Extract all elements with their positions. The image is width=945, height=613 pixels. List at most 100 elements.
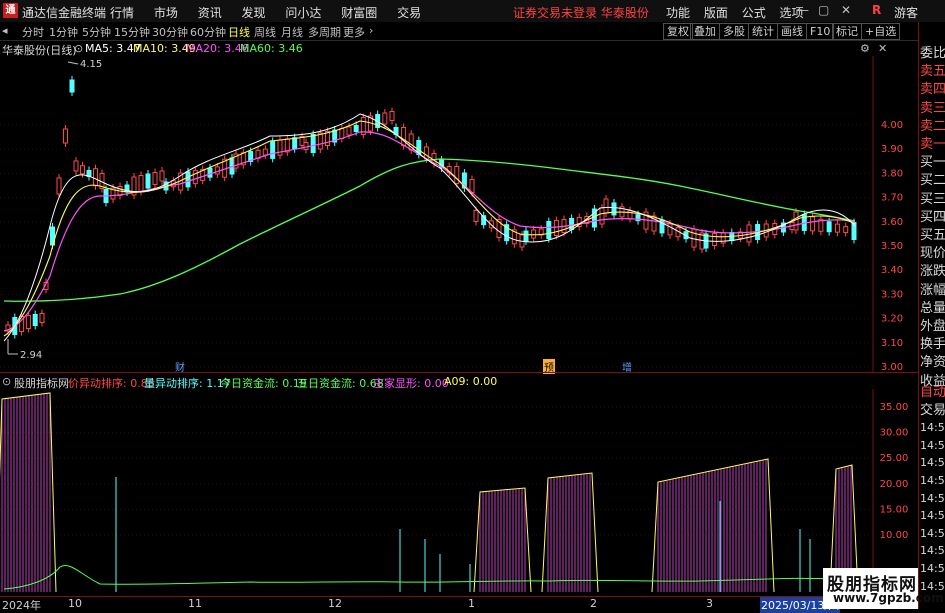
quote-field-label: 涨幅 [920,282,945,298]
watermark-url: www.7gpzb.com [833,591,944,605]
candle [159,170,165,182]
candle [553,220,559,236]
tab-weekly[interactable]: 周线 [254,24,276,40]
guest-label[interactable]: 游客 [894,4,918,21]
indicator-axis-label: 10.00 [880,530,909,541]
tab-monthly[interactable]: 月线 [281,24,303,40]
ma60-label: MA60: 3.46 [240,42,303,55]
quote-field-label: 委比 [920,46,945,61]
menu-quotes[interactable]: 行情 [110,4,134,21]
indicator-value-6: A09: 0.00 [444,375,498,388]
quote-field-label: 卖二 [920,118,945,134]
tab-list-icon[interactable]: ◂ [2,24,8,37]
f10-button[interactable]: F10 [806,23,835,40]
ma10-line [3,120,856,337]
tick-time-label: 14:56 [920,562,945,575]
tab-30min[interactable]: 30分钟 [152,24,188,40]
candle [303,142,309,150]
menu-function[interactable]: 功能 [666,4,690,21]
price-axis-label: 3.90 [881,144,903,155]
candle [843,226,849,234]
price-axis-label: 4.00 [881,120,903,131]
period-tab-bar: ◂ 分时 1分钟 5分钟 15分钟 30分钟 60分钟 日线 周线 月线 多周期… [0,22,918,41]
time-label-mar: 3 [706,597,713,610]
quote-field-label: 卖四 [920,82,945,98]
trade-mode-label[interactable]: 自动 [920,385,945,401]
price-axis-label: 3.60 [881,217,903,228]
indicator-axis-label: 30.00 [880,428,909,439]
login-warning[interactable]: 证券交易未登录 华泰股份 [513,4,649,21]
tab-5min[interactable]: 5分钟 [82,24,111,40]
quote-field-label: 净资 [920,355,945,371]
close-panel-icon[interactable]: ✕ [878,42,887,55]
candle [353,125,359,132]
tab-15min[interactable]: 15分钟 [114,24,150,40]
menu-market[interactable]: 市场 [154,4,178,21]
price-axis-label: 3.10 [881,338,903,349]
menu-wealth[interactable]: 财富圈 [341,4,377,21]
draw-line-button[interactable]: 画线 [777,23,807,40]
time-axis: 2024年 10 11 12 1 2 3 2025/03/13/四 [0,596,918,613]
chevron-right-icon[interactable]: › [369,24,373,37]
tick-time-label: 14:56 [920,509,945,523]
tick-time-label: 14:56 [920,526,945,540]
menu-formula[interactable]: 公式 [742,4,766,21]
tick-time-label: 14:56 [920,474,945,487]
candle [317,132,323,150]
indicator-axis-label: 35.00 [880,402,909,413]
indicator-toggle-icon[interactable]: ⊙ [2,375,11,388]
candle [346,126,352,136]
top-right-menu: 功能 版面 公式 选项 [666,4,814,21]
candle [69,79,75,93]
mark-button[interactable]: 标记 [832,23,862,40]
menu-news[interactable]: 资讯 [198,4,222,21]
candle [667,223,673,236]
candle [63,128,68,144]
maximize-icon[interactable]: ▢ [818,3,829,17]
close-icon[interactable]: ✕ [841,3,851,17]
quote-field-label: 总量 [920,300,945,316]
candle [611,202,617,216]
tick-time-label: 14:55 [920,421,945,435]
indicator-axis-label: 25.00 [880,453,909,464]
tab-more[interactable]: 更多 [343,24,365,40]
minimize-icon[interactable]: — [797,3,809,17]
candle [810,216,816,232]
indicator-chart[interactable]: 35.00 30.00 25.00 20.00 15.00 10.00 [0,389,918,595]
time-label-feb: 2 [590,597,597,610]
candle [32,314,38,326]
dropdown-icon[interactable]: ⊙ [74,42,83,55]
register-icon[interactable]: R [872,3,881,17]
trade-mode-label[interactable]: 交易 [920,403,945,419]
candle [523,230,529,242]
menu-ask[interactable]: 问小达 [285,4,321,21]
candle [826,221,832,233]
statistics-button[interactable]: 统计 [748,23,778,40]
candle [39,313,45,323]
time-label-jan: 1 [468,597,475,610]
tab-multi-period[interactable]: 多周期 [308,24,341,40]
tab-intraday[interactable]: 分时 [22,24,44,40]
time-label-oct: 10 [68,597,82,610]
candle [310,134,316,153]
tab-60min[interactable]: 60分钟 [190,24,226,40]
tab-1min[interactable]: 1分钟 [49,24,78,40]
tab-daily[interactable]: 日线 [228,24,250,40]
title-bar: 通 通达信金融终端 行情 市场 资讯 发现 问小达 财富圈 交易 证券交易未登录… [0,0,945,23]
settings-gear-icon[interactable]: ⚙ [860,42,870,55]
overlay-button[interactable]: 叠加 [690,23,720,40]
fuquan-button[interactable]: 复权 [663,23,693,40]
menu-discover[interactable]: 发现 [242,4,266,21]
main-menu: 行情 市场 资讯 发现 问小达 财富圈 交易 [110,4,437,21]
multi-stock-button[interactable]: 多股 [719,23,749,40]
time-label-dec: 12 [328,597,342,610]
add-watchlist-button[interactable]: +自选 [861,23,901,40]
kline-chart[interactable]: 4.00 3.90 3.80 3.70 3.60 3.50 3.40 3.30 3.20 3.10… [0,56,918,373]
candle [207,167,213,178]
price-axis-label: 3.30 [881,289,903,300]
high-price-label: 4.15 [80,59,103,70]
menu-trade[interactable]: 交易 [397,4,421,21]
menu-layout[interactable]: 版面 [704,4,728,21]
indicator-axis-label: 20.00 [880,479,909,490]
quote-field-label: 涨跌 [920,264,945,280]
